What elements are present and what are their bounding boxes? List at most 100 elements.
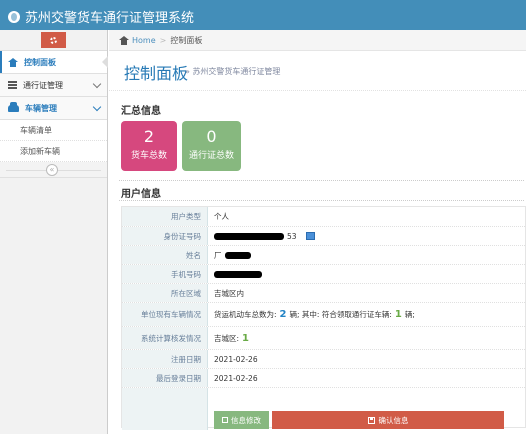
row-label: 最后登录日期 bbox=[122, 369, 208, 387]
redacted-text bbox=[214, 232, 284, 240]
breadcrumb-current: 控制面板 bbox=[170, 35, 203, 45]
gear-icon bbox=[50, 36, 57, 44]
row-label: 单位现有车辆情况 bbox=[122, 303, 208, 326]
edit-info-button[interactable]: 信息修改 bbox=[214, 411, 269, 429]
row-label: 姓名 bbox=[122, 246, 208, 264]
table-row bbox=[122, 387, 525, 410]
issue-calc-count: 1 bbox=[242, 332, 249, 344]
breadcrumb-home-label: Home bbox=[132, 35, 156, 45]
chevron-down-icon bbox=[92, 79, 102, 89]
row-label bbox=[122, 410, 208, 430]
page-title: 控制面板 bbox=[124, 64, 189, 83]
table-row: 身份证号码 53 bbox=[122, 226, 525, 245]
sidebar: 控制面板 通行证管理 车辆管理 车辆清单 添加新车辆 « bbox=[0, 30, 108, 434]
id-number-value: 53 bbox=[208, 232, 315, 241]
breadcrumb-home[interactable]: Home bbox=[119, 35, 156, 45]
sidebar-subitem-label: 车辆清单 bbox=[20, 125, 52, 135]
sidebar-item-label: 车辆管理 bbox=[25, 103, 57, 113]
sidebar-item-label: 控制面板 bbox=[24, 57, 56, 67]
row-label: 用户类型 bbox=[122, 207, 208, 226]
vehicle-count-label: 货车总数 bbox=[130, 151, 167, 161]
summary-heading: 汇总信息 bbox=[121, 106, 161, 117]
main-content: Home > 控制面板 控制面板 » 苏州交警货车通行证管理 汇总信息 2 货车… bbox=[109, 30, 526, 434]
sidebar-item-vehicles[interactable]: 车辆管理 bbox=[0, 97, 107, 120]
table-row: 系统计算核发情况 吉城区: 1 bbox=[122, 326, 525, 349]
page-subtitle: » 苏州交警货车通行证管理 bbox=[185, 67, 281, 76]
row-label: 系统计算核发情况 bbox=[122, 327, 208, 349]
user-info-heading: 用户信息 bbox=[121, 189, 161, 200]
page-header: 控制面板 » 苏州交警货车通行证管理 bbox=[109, 51, 526, 91]
eligible-total: 1 bbox=[394, 309, 402, 320]
row-label: 身份证号码 bbox=[122, 227, 208, 245]
brand[interactable]: 苏州交警货车通行证管理系统 bbox=[8, 7, 194, 26]
table-row: 最后登录日期 2021-02-26 bbox=[122, 368, 525, 387]
divider bbox=[119, 180, 524, 181]
table-row: 单位现有车辆情况 货运机动车总数为: 2 辆; 其中: 符合领取通行证车辆: 1… bbox=[122, 302, 525, 326]
vehicle-status-text: 货运机动车总数为: bbox=[214, 310, 277, 319]
sidebar-subitem-label: 添加新车辆 bbox=[20, 146, 60, 156]
area-value: 吉城区内 bbox=[208, 288, 244, 299]
redacted-text bbox=[224, 251, 251, 259]
save-icon bbox=[367, 416, 375, 424]
user-type-value: 个人 bbox=[208, 211, 229, 222]
register-date-text: 2021-02-26 bbox=[214, 354, 258, 364]
permit-count-label: 通行证总数 bbox=[188, 151, 234, 161]
issue-calc-text: 吉城区: bbox=[214, 333, 240, 343]
sidebar-subitem-add-vehicle[interactable]: 添加新车辆 bbox=[0, 141, 107, 162]
row-label: 手机号码 bbox=[122, 265, 208, 283]
chevron-down-icon bbox=[92, 102, 102, 112]
sidebar-subitem-vehicle-list[interactable]: 车辆清单 bbox=[0, 120, 107, 141]
phone-value bbox=[208, 270, 262, 278]
table-row: 姓名 厂 bbox=[122, 245, 525, 264]
collapse-icon[interactable]: « bbox=[46, 164, 58, 176]
settings-button[interactable] bbox=[41, 32, 66, 48]
row-label: 注册日期 bbox=[122, 350, 208, 368]
id-number-suffix: 53 bbox=[287, 231, 297, 241]
row-label: 所在区域 bbox=[122, 284, 208, 302]
vehicle-status-value: 货运机动车总数为: 2 辆; 其中: 符合领取通行证车辆: 1 辆; bbox=[208, 309, 415, 320]
breadcrumb: Home > 控制面板 bbox=[109, 30, 526, 51]
action-row: 信息修改 确认信息 bbox=[122, 410, 525, 430]
confirm-info-label: 确认信息 bbox=[378, 415, 409, 425]
redacted-text bbox=[214, 270, 262, 278]
name-prefix: 厂 bbox=[214, 250, 222, 260]
globe-icon bbox=[8, 10, 20, 23]
register-date-value: 2021-02-26 bbox=[208, 355, 258, 364]
last-login-text: 2021-02-26 bbox=[214, 373, 258, 383]
vehicle-total: 2 bbox=[279, 309, 287, 320]
active-pointer bbox=[102, 56, 108, 68]
row-label bbox=[122, 388, 208, 410]
confirm-info-button[interactable]: 确认信息 bbox=[272, 411, 504, 429]
name-value: 厂 bbox=[208, 250, 251, 261]
home-icon bbox=[8, 57, 18, 67]
table-row: 注册日期 2021-02-26 bbox=[122, 349, 525, 368]
table-row: 所在区域 吉城区内 bbox=[122, 283, 525, 302]
top-navbar: 苏州交警货车通行证管理系统 bbox=[0, 0, 526, 30]
permit-count-box[interactable]: 0 通行证总数 bbox=[182, 121, 241, 171]
last-login-value: 2021-02-26 bbox=[208, 374, 258, 383]
vehicle-count-box[interactable]: 2 货车总数 bbox=[121, 121, 177, 171]
sidebar-shortcuts bbox=[0, 30, 107, 51]
edit-icon bbox=[222, 417, 228, 423]
table-row: 用户类型 个人 bbox=[122, 207, 525, 226]
sidebar-collapse: « bbox=[0, 162, 107, 178]
edit-info-label: 信息修改 bbox=[231, 415, 261, 425]
area-text: 吉城区内 bbox=[214, 288, 244, 298]
vehicle-status-text: 辆; bbox=[404, 310, 415, 319]
user-type-text: 个人 bbox=[214, 212, 229, 221]
vehicle-count: 2 bbox=[143, 127, 155, 146]
home-icon bbox=[119, 35, 129, 45]
vehicle-status-text: 辆; 其中: 符合领取通行证车辆: bbox=[289, 310, 392, 319]
divider bbox=[119, 200, 524, 201]
user-info-table: 用户类型 个人 身份证号码 53 姓名 厂 手机号码 所在区域 吉城区内 单位现… bbox=[121, 206, 526, 430]
car-icon bbox=[8, 101, 19, 112]
picture-icon[interactable] bbox=[305, 232, 315, 240]
permit-count: 0 bbox=[206, 127, 217, 146]
breadcrumb-separator: > bbox=[159, 35, 167, 45]
sidebar-item-permits[interactable]: 通行证管理 bbox=[0, 74, 107, 97]
sidebar-item-label: 通行证管理 bbox=[23, 80, 63, 90]
issue-calc-value: 吉城区: 1 bbox=[208, 333, 249, 344]
table-row: 手机号码 bbox=[122, 264, 525, 283]
sidebar-item-dashboard[interactable]: 控制面板 bbox=[0, 51, 108, 74]
list-icon bbox=[8, 81, 17, 89]
